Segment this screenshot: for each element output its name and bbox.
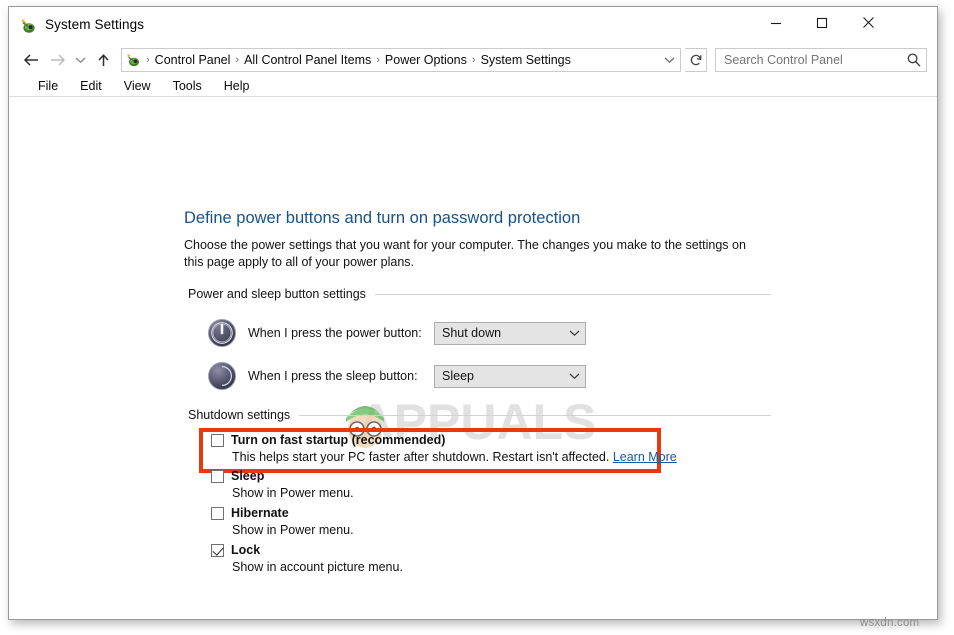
power-button-icon <box>207 318 237 348</box>
fast-startup-checkbox-row[interactable]: Turn on fast startup (recommended) <box>211 433 677 447</box>
search-icon <box>906 52 922 68</box>
learn-more-link[interactable]: Learn More <box>613 450 677 464</box>
hibernate-description: Show in Power menu. <box>232 523 354 537</box>
page-title: Define power buttons and turn on passwor… <box>184 209 581 227</box>
power-section-header: Power and sleep button settings <box>188 287 771 301</box>
lock-checkbox[interactable] <box>211 543 224 557</box>
close-icon[interactable] <box>845 7 891 38</box>
refresh-icon[interactable] <box>685 48 707 72</box>
sleep-checkbox[interactable] <box>211 469 224 483</box>
search-input[interactable] <box>724 53 906 67</box>
address-bar: › Control Panel › All Control Panel Item… <box>9 45 937 75</box>
sleep-label: Sleep <box>231 469 265 483</box>
power-button-label: When I press the power button: <box>248 326 422 340</box>
fast-startup-option: Turn on fast startup (recommended) This … <box>211 433 677 464</box>
menu-item-edit[interactable]: Edit <box>69 78 113 94</box>
maximize-icon[interactable] <box>799 7 845 38</box>
hibernate-option: Hibernate Show in Power menu. <box>211 506 354 537</box>
system-settings-icon <box>20 17 38 35</box>
breadcrumb-separator: › <box>235 54 240 66</box>
chevron-down-icon <box>563 372 585 380</box>
title-bar: System Settings <box>9 7 937 45</box>
up-arrow-icon[interactable] <box>91 47 115 73</box>
sleep-option: Sleep Show in Power menu. <box>211 469 354 500</box>
power-section-title: Power and sleep button settings <box>188 287 366 301</box>
lock-label: Lock <box>231 543 261 557</box>
search-box[interactable] <box>715 48 927 72</box>
shutdown-section-header: Shutdown settings <box>188 408 771 422</box>
section-divider <box>374 293 771 295</box>
chevron-down-icon[interactable] <box>660 50 678 70</box>
breadcrumb-separator: › <box>471 54 476 66</box>
sleep-button-action-select[interactable]: Sleep <box>434 364 586 388</box>
hibernate-checkbox-row[interactable]: Hibernate <box>211 506 354 520</box>
fast-startup-label: Turn on fast startup (recommended) <box>231 433 446 447</box>
shutdown-section-title: Shutdown settings <box>188 408 291 422</box>
control-panel-icon <box>126 52 142 68</box>
power-button-action-select[interactable]: Shut down <box>434 321 586 345</box>
fast-startup-checkbox[interactable] <box>211 433 224 447</box>
menu-item-file[interactable]: File <box>27 78 69 94</box>
hibernate-label: Hibernate <box>231 506 289 520</box>
fast-startup-description: This helps start your PC faster after sh… <box>232 450 677 464</box>
breadcrumb-separator: › <box>376 54 380 66</box>
hibernate-checkbox[interactable] <box>211 506 224 520</box>
sleep-button-label: When I press the sleep button: <box>248 369 418 383</box>
window-title: System Settings <box>45 17 145 32</box>
fast-startup-description-text: This helps start your PC faster after sh… <box>232 450 610 464</box>
power-button-action-value: Shut down <box>442 326 502 340</box>
system-settings-window: System Settings › Control Panel › All Co… <box>8 6 938 620</box>
sleep-moon-icon <box>207 361 237 391</box>
breadcrumb[interactable]: › Control Panel › All Control Panel Item… <box>121 48 681 72</box>
minimize-icon[interactable] <box>753 7 799 38</box>
breadcrumb-item-all-control-panel-items[interactable]: All Control Panel Items <box>241 53 374 67</box>
menu-item-view[interactable]: View <box>113 78 162 94</box>
back-arrow-icon[interactable] <box>19 47 43 73</box>
site-watermark: wsxdn.com <box>860 617 920 629</box>
sleep-button-setting-row: When I press the sleep button: Sleep <box>207 360 586 392</box>
menu-item-help[interactable]: Help <box>213 78 261 94</box>
menu-item-tools[interactable]: Tools <box>162 78 213 94</box>
recent-pages-chevron-icon[interactable] <box>71 47 89 73</box>
sleep-button-action-value: Sleep <box>442 369 474 383</box>
breadcrumb-item-control-panel[interactable]: Control Panel <box>152 53 234 67</box>
lock-checkbox-row[interactable]: Lock <box>211 543 403 557</box>
breadcrumb-item-system-settings[interactable]: System Settings <box>478 53 574 67</box>
breadcrumb-separator: › <box>146 54 150 66</box>
forward-arrow-icon[interactable] <box>45 47 69 73</box>
lock-option: Lock Show in account picture menu. <box>211 543 403 574</box>
sleep-description: Show in Power menu. <box>232 486 354 500</box>
page-description: Choose the power settings that you want … <box>184 238 746 269</box>
chevron-down-icon <box>563 329 585 337</box>
power-button-setting-row: When I press the power button: Shut down <box>207 317 586 349</box>
menu-bar: File Edit View Tools Help <box>9 75 937 97</box>
content-area: APPUALS Define power buttons and turn on… <box>9 97 937 597</box>
breadcrumb-item-power-options[interactable]: Power Options <box>382 53 470 67</box>
sleep-checkbox-row[interactable]: Sleep <box>211 469 354 483</box>
lock-description: Show in account picture menu. <box>232 560 403 574</box>
section-divider <box>299 414 771 416</box>
